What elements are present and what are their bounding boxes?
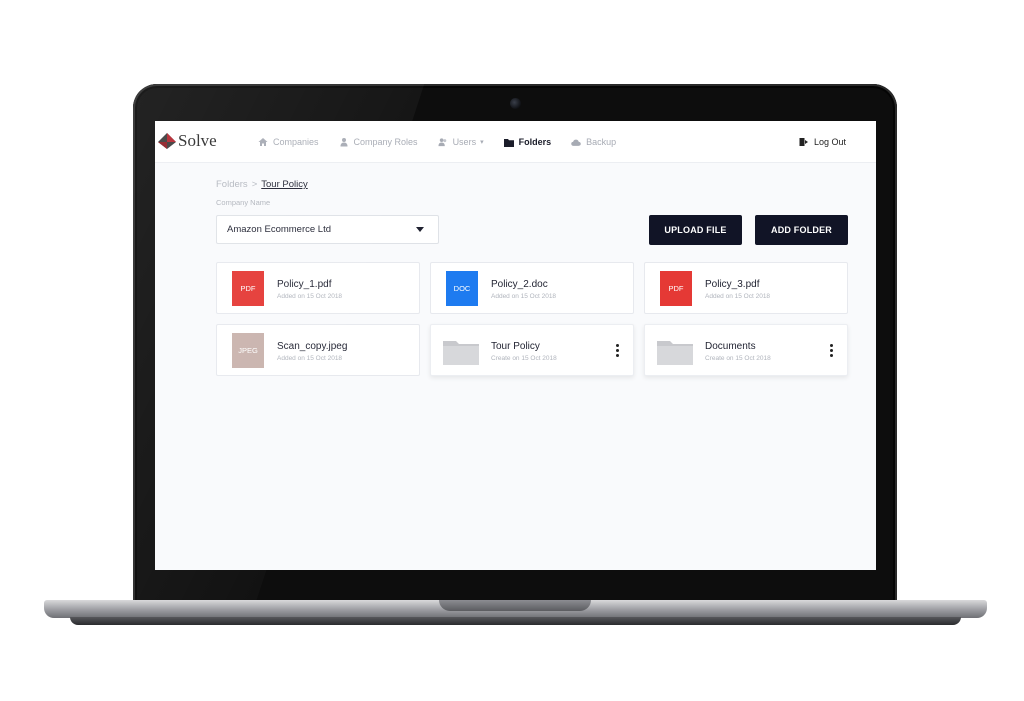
file-name: Policy_3.pdf (705, 279, 760, 290)
file-date: Added on 15 Oct 2018 (277, 355, 343, 362)
laptop-notch (439, 600, 591, 611)
folder-date: Create on 15 Oct 2018 (705, 355, 771, 362)
company-select-value: Amazon Ecommerce Ltd (227, 224, 332, 235)
logout-label: Log Out (813, 137, 846, 147)
nav-label-backup: Backup (586, 137, 617, 147)
file-card[interactable]: PDF Policy_1.pdf Added on 15 Oct 2018 (216, 262, 420, 314)
home-icon (258, 137, 268, 147)
file-name: Policy_1.pdf (277, 279, 332, 290)
nav-label-company-roles: Company Roles (353, 137, 418, 147)
nav-item-backup[interactable]: Backup (571, 137, 616, 147)
chevron-down-icon: ▾ (480, 139, 484, 146)
users-icon (438, 137, 448, 147)
solve-logo[interactable]: Solve (157, 131, 217, 151)
folder-card[interactable]: Documents Create on 15 Oct 2018 (644, 324, 848, 376)
company-select[interactable]: Amazon Ecommerce Ltd (216, 215, 439, 244)
file-card[interactable]: PDF Policy_3.pdf Added on 15 Oct 2018 (644, 262, 848, 314)
top-navbar: Solve Companies Company Roles Users ▾ Fo… (155, 121, 876, 163)
cloud-icon (571, 137, 581, 147)
pdf-file-icon: PDF (232, 271, 264, 306)
breadcrumb-separator: > (251, 179, 258, 190)
folder-card[interactable]: Tour Policy Create on 15 Oct 2018 (430, 324, 634, 376)
nav-item-companies[interactable]: Companies (258, 137, 319, 147)
logout-icon (799, 137, 809, 147)
laptop-base-shadow (70, 617, 961, 625)
doc-file-icon: DOC (446, 271, 478, 306)
folder-name: Documents (705, 341, 756, 352)
jpeg-file-icon: JPEG (232, 333, 264, 368)
folders-content: Folders > Tour Policy Company Name Amazo… (216, 179, 848, 376)
breadcrumb-current[interactable]: Tour Policy (261, 179, 307, 190)
file-date: Added on 15 Oct 2018 (705, 293, 771, 300)
file-date: Added on 15 Oct 2018 (491, 293, 557, 300)
file-name: Scan_copy.jpeg (277, 341, 348, 352)
logout-button[interactable]: Log Out (799, 121, 846, 163)
folder-date: Create on 15 Oct 2018 (491, 355, 557, 362)
caret-down-icon (416, 227, 424, 232)
file-date: Added on 15 Oct 2018 (277, 293, 343, 300)
folder-icon (503, 137, 514, 147)
more-options-icon[interactable] (615, 344, 619, 357)
app-screen: Solve Companies Company Roles Users ▾ Fo… (155, 121, 876, 570)
pdf-file-icon: PDF (660, 271, 692, 306)
nav-item-users[interactable]: Users ▾ (438, 137, 484, 147)
logo-diamond-icon (158, 133, 176, 149)
breadcrumb: Folders > Tour Policy (216, 179, 848, 190)
more-options-icon[interactable] (829, 344, 833, 357)
breadcrumb-folders-link[interactable]: Folders (216, 179, 248, 190)
folder-icon (657, 341, 693, 365)
nav-label-folders: Folders (518, 137, 552, 147)
user-role-icon (339, 137, 349, 147)
nav-item-company-roles[interactable]: Company Roles (339, 137, 418, 147)
company-name-label: Company Name (216, 198, 271, 207)
file-card[interactable]: JPEG Scan_copy.jpeg Added on 15 Oct 2018 (216, 324, 420, 376)
nav-label-companies: Companies (273, 137, 319, 147)
upload-file-button[interactable]: UPLOAD FILE (649, 215, 742, 245)
folder-icon (443, 341, 479, 365)
nav-item-folders[interactable]: Folders (503, 137, 552, 147)
webcam-icon (510, 98, 521, 109)
file-name: Policy_2.doc (491, 279, 548, 290)
folder-name: Tour Policy (491, 341, 540, 352)
main-nav: Companies Company Roles Users ▾ Folders (258, 121, 636, 163)
file-card[interactable]: DOC Policy_2.doc Added on 15 Oct 2018 (430, 262, 634, 314)
add-folder-button[interactable]: ADD FOLDER (755, 215, 848, 245)
nav-label-users: Users (452, 137, 477, 147)
logo-text: Solve (178, 131, 217, 150)
